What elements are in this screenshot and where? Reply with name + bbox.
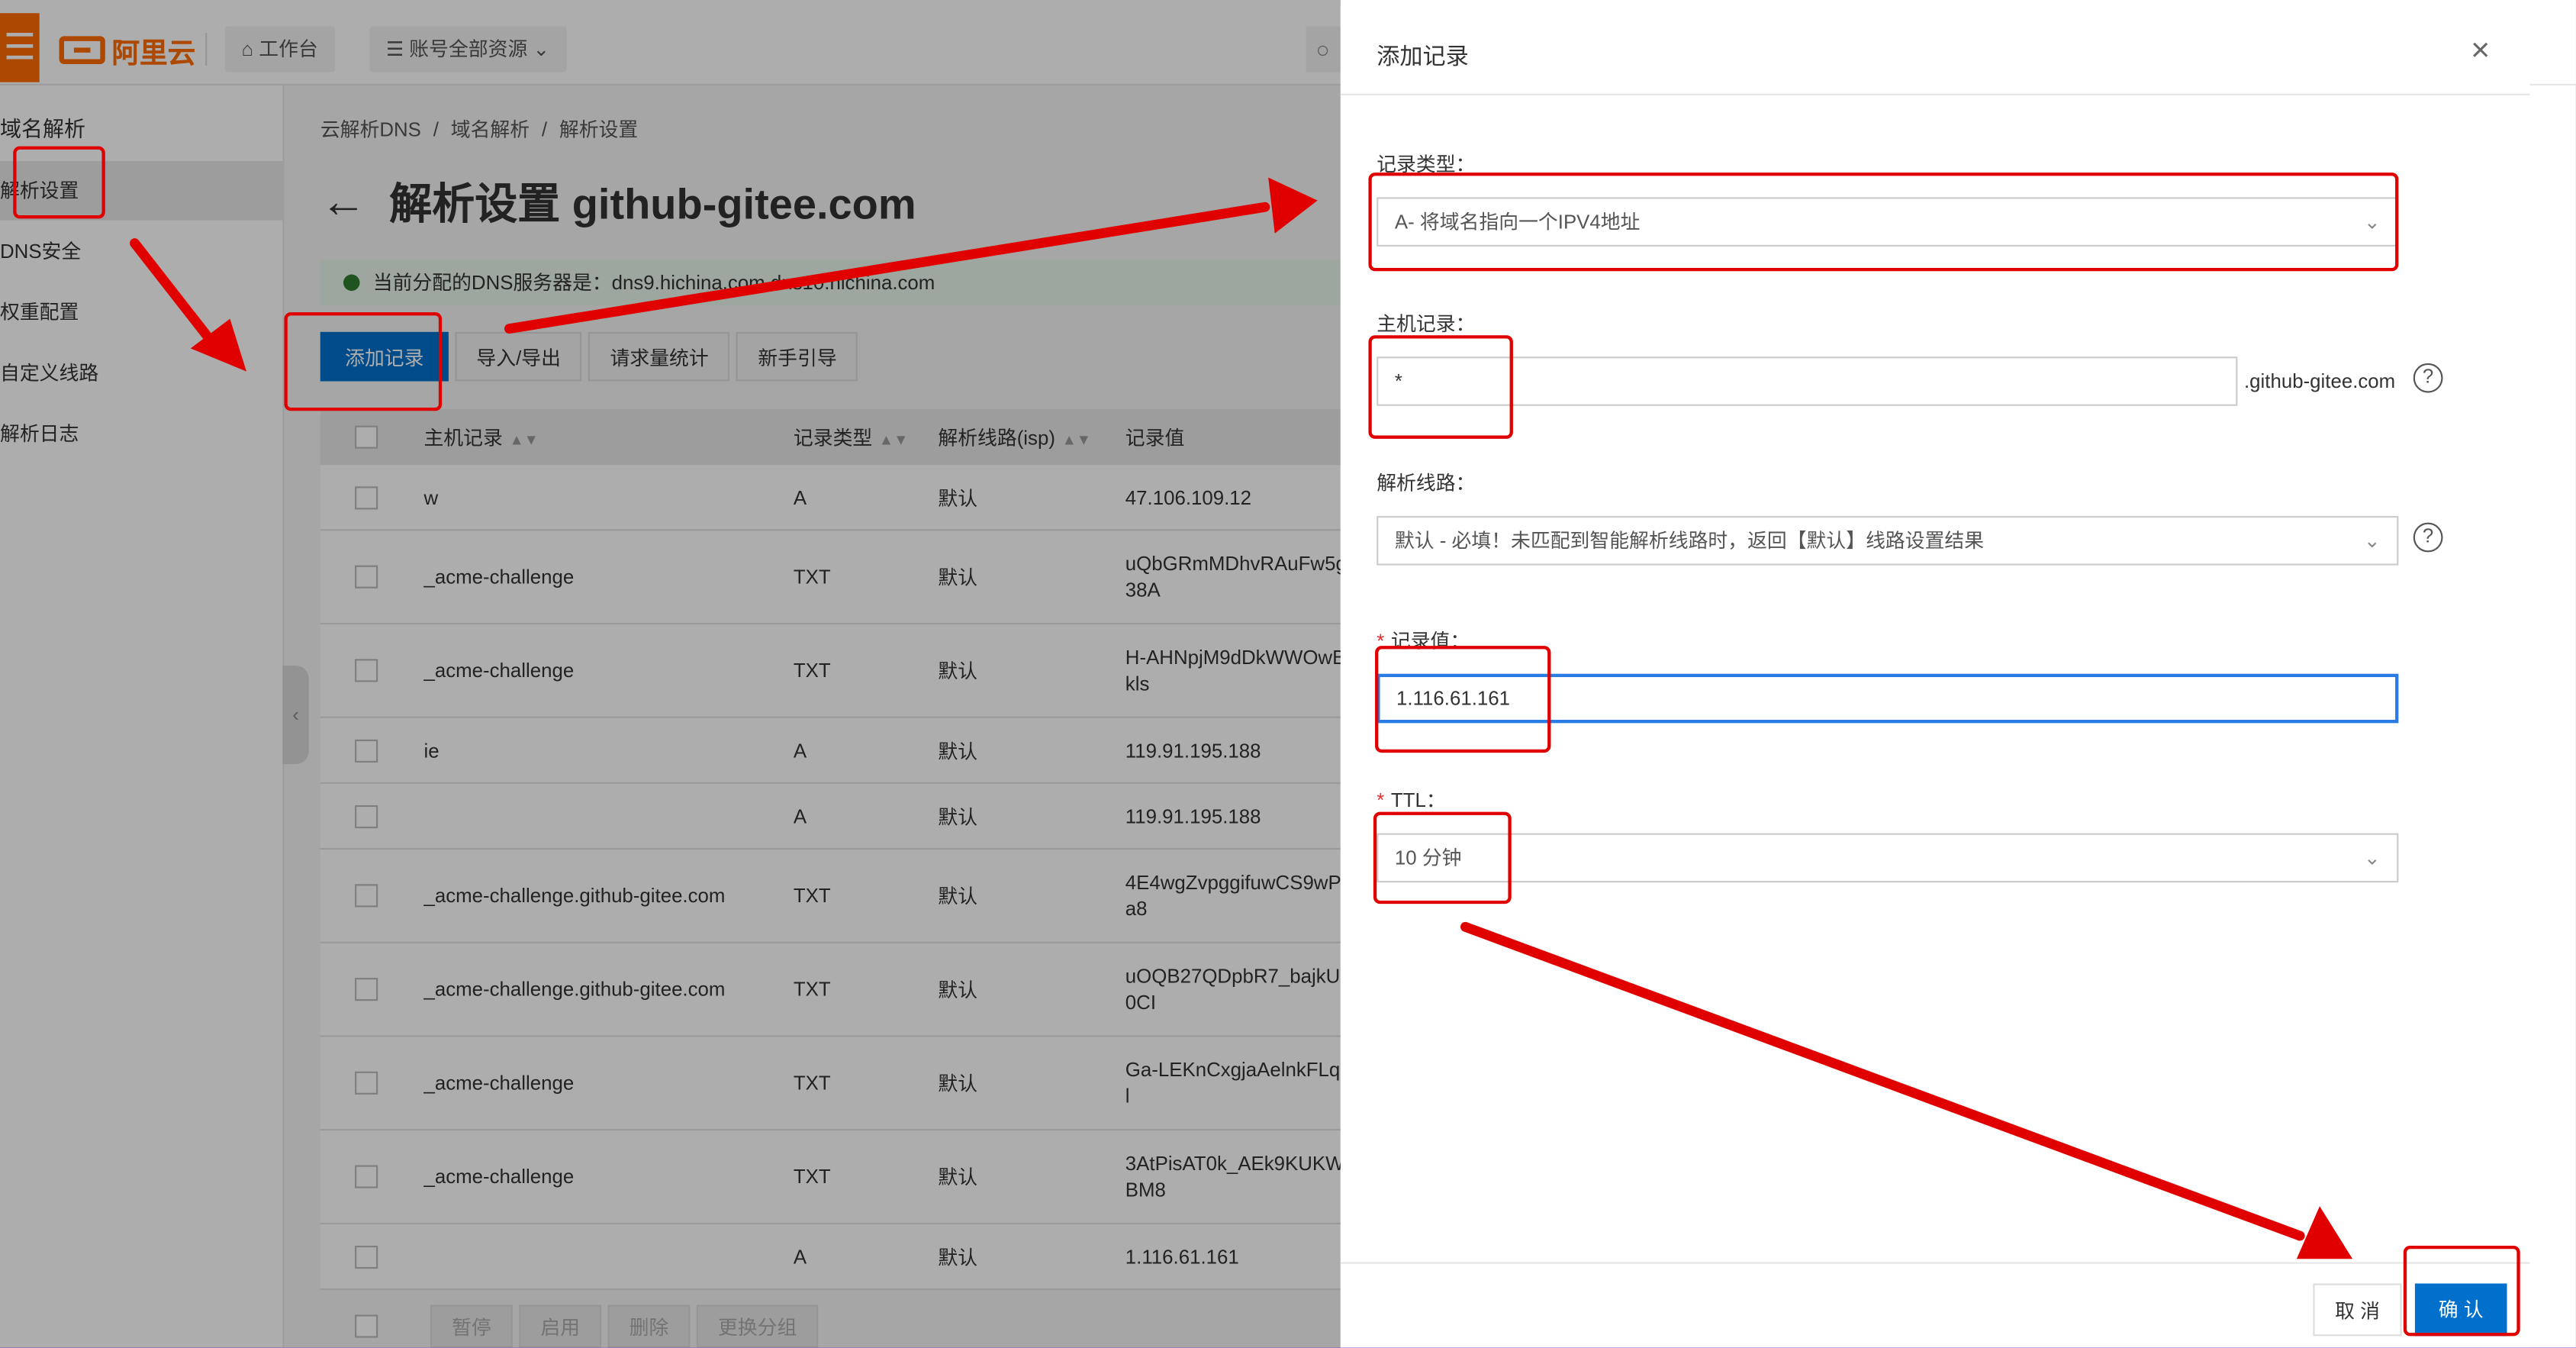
line-label: 解析线路： (1377, 471, 1476, 495)
browser-viewport: ☰ 阿里云 ⌂ 工作台 ☰ 账号全部资源 ⌄ ○ 域名解析 解析设置 DNS安全… (0, 0, 2576, 1348)
annotation-box (1373, 811, 1512, 905)
domain-suffix: .github-gitee.com (2243, 369, 2396, 393)
host-label: 主机记录： (1377, 312, 1476, 336)
annotation-box (1375, 646, 1551, 753)
modal-overlay[interactable] (0, 0, 1341, 1348)
drawer-footer: 取 消 确 认 (1340, 1262, 2530, 1348)
ttl-select[interactable]: 10 分钟 ⌄ (1377, 833, 2399, 883)
close-icon[interactable]: × (2471, 33, 2490, 71)
chevron-down-icon: ⌄ (2364, 846, 2381, 869)
annotation-box (2403, 1245, 2520, 1337)
annotation-box (1368, 173, 2399, 272)
help-icon[interactable]: ? (2413, 363, 2443, 393)
help-icon[interactable]: ? (2413, 522, 2443, 553)
annotation-box (284, 312, 443, 411)
ttl-label: * TTL： (1377, 785, 1445, 814)
ttl-label-text: TTL： (1390, 788, 1446, 812)
chevron-down-icon: ⌄ (2364, 529, 2381, 553)
line-value: 默认 - 必填！未匹配到智能解析线路时，返回【默认】线路设置结果 (1394, 529, 1985, 553)
cancel-button[interactable]: 取 消 (2313, 1283, 2402, 1337)
line-select[interactable]: 默认 - 必填！未匹配到智能解析线路时，返回【默认】线路设置结果 ⌄ (1377, 516, 2399, 566)
required-mark: * (1377, 788, 1385, 812)
annotation-box (1368, 335, 1513, 439)
annotation-box (13, 146, 105, 219)
drawer-header: 添加记录 × (1340, 7, 2530, 95)
drawer-title: 添加记录 (1377, 42, 1469, 69)
